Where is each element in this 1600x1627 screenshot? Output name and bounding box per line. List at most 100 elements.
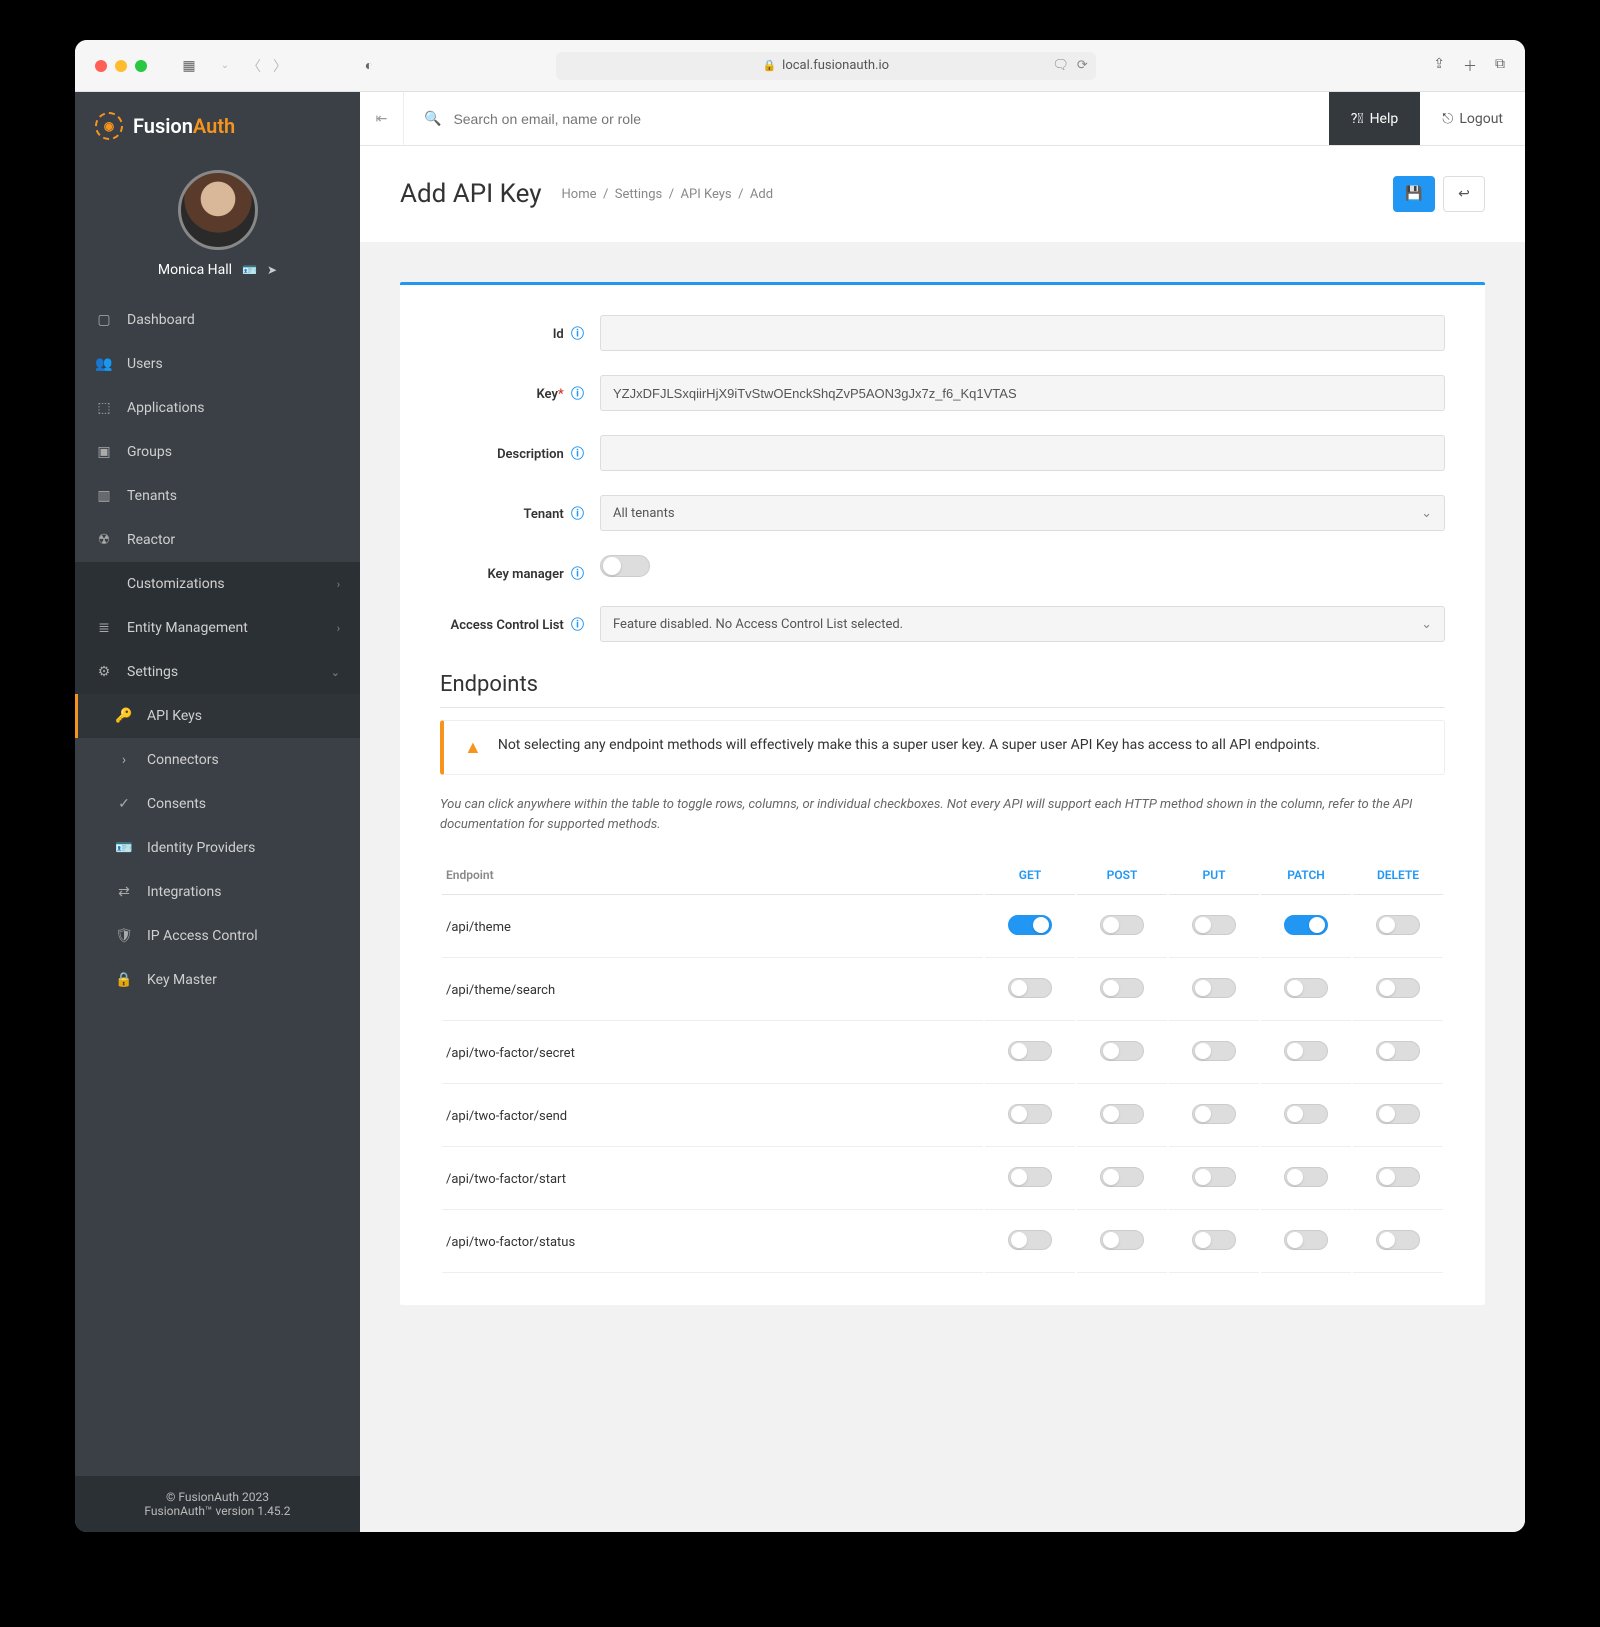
- table-row[interactable]: /api/theme: [442, 897, 1443, 958]
- toggle-delete[interactable]: [1376, 1167, 1420, 1187]
- new-tab-icon[interactable]: ＋: [1463, 56, 1477, 76]
- sidebar-sub-key-master[interactable]: 🔒Key Master: [75, 958, 360, 1002]
- table-row[interactable]: /api/two-factor/status: [442, 1212, 1443, 1273]
- sidebar-section-settings[interactable]: ⚙Settings⌄: [75, 650, 360, 694]
- column-header[interactable]: PUT: [1169, 856, 1259, 895]
- info-icon[interactable]: ⓘ: [571, 327, 584, 342]
- acl-select[interactable]: Feature disabled. No Access Control List…: [600, 606, 1445, 642]
- translate-icon[interactable]: 🗨: [1052, 58, 1069, 73]
- toggle-delete[interactable]: [1376, 978, 1420, 998]
- toggle-put[interactable]: [1192, 978, 1236, 998]
- chevron-down-icon[interactable]: ⌄: [211, 54, 239, 78]
- nav-back-icon[interactable]: 〈: [247, 56, 261, 76]
- toggle-patch[interactable]: [1284, 1041, 1328, 1061]
- toggle-patch[interactable]: [1284, 978, 1328, 998]
- toggle-put[interactable]: [1192, 1167, 1236, 1187]
- toggle-get[interactable]: [1008, 1167, 1052, 1187]
- breadcrumb-link[interactable]: Home: [562, 187, 597, 202]
- column-header[interactable]: POST: [1077, 856, 1167, 895]
- maximize-window-button[interactable]: [135, 60, 147, 72]
- column-header[interactable]: PATCH: [1261, 856, 1351, 895]
- toggle-post[interactable]: [1100, 1167, 1144, 1187]
- toggle-post[interactable]: [1100, 1230, 1144, 1250]
- sidebar-sub-api-keys[interactable]: 🔑API Keys: [75, 694, 360, 738]
- column-header[interactable]: GET: [985, 856, 1075, 895]
- shield-icon[interactable]: ◐: [355, 54, 383, 78]
- nav-icon: ⇄: [115, 884, 133, 900]
- sidebar-item-groups[interactable]: ▣Groups: [75, 430, 360, 474]
- toggle-put[interactable]: [1192, 915, 1236, 935]
- toggle-get[interactable]: [1008, 1230, 1052, 1250]
- search-input[interactable]: [453, 111, 1308, 127]
- toggle-get[interactable]: [1008, 978, 1052, 998]
- toggle-delete[interactable]: [1376, 1230, 1420, 1250]
- nav-label: Applications: [127, 400, 205, 416]
- titlebar: ▦ ⌄ 〈 〉 ◐ 🔒 local.fusionauth.io 🗨 ⟳ ⇪ ＋ …: [75, 40, 1525, 92]
- minimize-window-button[interactable]: [115, 60, 127, 72]
- toggle-post[interactable]: [1100, 915, 1144, 935]
- toggle-post[interactable]: [1100, 1104, 1144, 1124]
- sidebar-sub-connectors[interactable]: ›Connectors: [75, 738, 360, 782]
- toggle-patch[interactable]: [1284, 1167, 1328, 1187]
- sidebar-item-dashboard[interactable]: ▢Dashboard: [75, 298, 360, 342]
- info-icon[interactable]: ⓘ: [571, 507, 584, 522]
- save-button[interactable]: 💾: [1393, 176, 1435, 212]
- sidebar-section-entity-management[interactable]: ≣Entity Management›: [75, 606, 360, 650]
- sidebar-sub-consents[interactable]: ✓Consents: [75, 782, 360, 826]
- info-icon[interactable]: ⓘ: [571, 387, 584, 402]
- toggle-put[interactable]: [1192, 1230, 1236, 1250]
- sidebar-section-customizations[interactable]: Customizations›: [75, 562, 360, 606]
- sidebar-toggle-icon[interactable]: ▦: [175, 54, 203, 78]
- logout-button[interactable]: ⎋ Logout: [1420, 111, 1525, 127]
- description-field[interactable]: [600, 435, 1445, 471]
- collapse-sidebar-icon[interactable]: ⇤: [360, 92, 404, 145]
- vcard-icon[interactable]: 🪪: [242, 263, 257, 277]
- toggle-patch[interactable]: [1284, 1230, 1328, 1250]
- toggle-put[interactable]: [1192, 1104, 1236, 1124]
- toggle-get[interactable]: [1008, 1104, 1052, 1124]
- sidebar-item-users[interactable]: 👥Users: [75, 342, 360, 386]
- toggle-get[interactable]: [1008, 915, 1052, 935]
- toggle-post[interactable]: [1100, 1041, 1144, 1061]
- key-manager-toggle[interactable]: [600, 555, 650, 577]
- nav-forward-icon[interactable]: 〉: [273, 56, 287, 76]
- toggle-patch[interactable]: [1284, 1104, 1328, 1124]
- toggle-delete[interactable]: [1376, 1041, 1420, 1061]
- back-button[interactable]: ↩: [1443, 176, 1485, 212]
- key-field[interactable]: [600, 375, 1445, 411]
- url-bar[interactable]: 🔒 local.fusionauth.io 🗨 ⟳: [556, 52, 1096, 80]
- toggle-put[interactable]: [1192, 1041, 1236, 1061]
- breadcrumb-link[interactable]: API Keys: [681, 187, 732, 202]
- column-header[interactable]: DELETE: [1353, 856, 1443, 895]
- breadcrumb-link[interactable]: Settings: [615, 187, 662, 202]
- id-field[interactable]: [600, 315, 1445, 351]
- info-icon[interactable]: ⓘ: [571, 447, 584, 462]
- table-row[interactable]: /api/two-factor/start: [442, 1149, 1443, 1210]
- sidebar-item-applications[interactable]: ⬚Applications: [75, 386, 360, 430]
- breadcrumb-link[interactable]: Add: [750, 187, 773, 202]
- toggle-delete[interactable]: [1376, 915, 1420, 935]
- sidebar-sub-integrations[interactable]: ⇄Integrations: [75, 870, 360, 914]
- toggle-post[interactable]: [1100, 978, 1144, 998]
- reload-icon[interactable]: ⟳: [1077, 58, 1088, 73]
- table-row[interactable]: /api/two-factor/send: [442, 1086, 1443, 1147]
- toggle-patch[interactable]: [1284, 915, 1328, 935]
- close-window-button[interactable]: [95, 60, 107, 72]
- tabs-icon[interactable]: ⧉: [1495, 56, 1505, 76]
- help-button[interactable]: ?⃝ Help: [1329, 92, 1421, 145]
- info-icon[interactable]: ⓘ: [571, 567, 584, 582]
- info-icon[interactable]: ⓘ: [571, 618, 584, 633]
- table-row[interactable]: /api/theme/search: [442, 960, 1443, 1021]
- avatar[interactable]: [178, 170, 258, 250]
- location-icon[interactable]: ➤: [267, 263, 277, 277]
- toggle-delete[interactable]: [1376, 1104, 1420, 1124]
- table-row[interactable]: /api/two-factor/secret: [442, 1023, 1443, 1084]
- sidebar-item-reactor[interactable]: ☢Reactor: [75, 518, 360, 562]
- tenant-select[interactable]: All tenants: [600, 495, 1445, 531]
- topbar: ⇤ 🔍 ?⃝ Help ⎋ Logout: [360, 92, 1525, 146]
- toggle-get[interactable]: [1008, 1041, 1052, 1061]
- sidebar-item-tenants[interactable]: ▥Tenants: [75, 474, 360, 518]
- share-icon[interactable]: ⇪: [1433, 56, 1445, 76]
- sidebar-sub-identity-providers[interactable]: 🪪Identity Providers: [75, 826, 360, 870]
- sidebar-sub-ip-access-control[interactable]: 🛡IP Access Control: [75, 914, 360, 958]
